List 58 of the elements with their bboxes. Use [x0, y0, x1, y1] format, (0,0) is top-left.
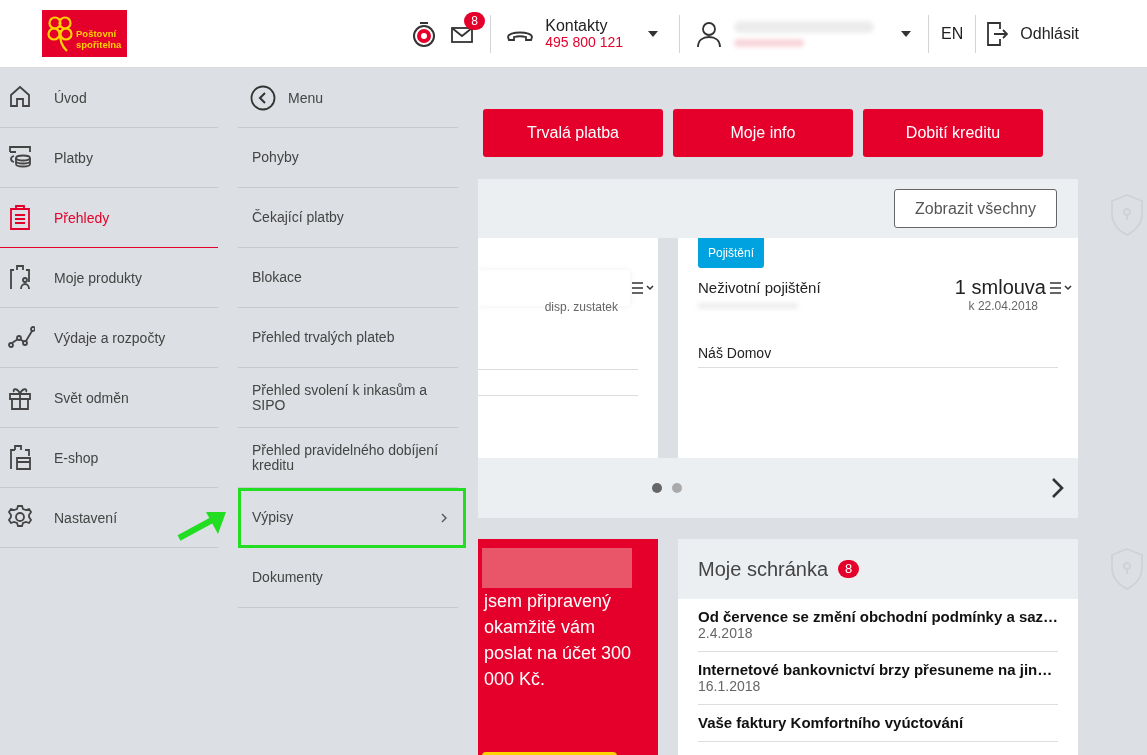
contacts-label: Kontakty: [545, 17, 609, 34]
carousel-dot[interactable]: [652, 483, 662, 493]
nav-item[interactable]: Platby: [0, 128, 218, 188]
message-subject: Od července se změní obchodní podmínky a saz…: [698, 608, 1058, 625]
person-icon: [696, 19, 723, 48]
as-of-date: k 22.04.2018: [968, 299, 1038, 313]
list-menu-icon[interactable]: [1050, 281, 1072, 294]
message-item[interactable]: Internetové bankovnictví brzy přesuneme na jin… 16.1.2018: [698, 652, 1058, 705]
unread-badge: 8: [838, 560, 860, 578]
caret-icon: [900, 29, 913, 38]
submenu-item[interactable]: Dokumenty: [238, 548, 458, 608]
submenu-item[interactable]: Přehled svolení k inkasům a SIPO: [238, 368, 458, 428]
mailbox-title: Moje schránka: [698, 557, 829, 581]
message-subject: Internetové bankovnictví brzy přesuneme na jin…: [698, 661, 1054, 678]
logo-text: spořitelna: [76, 38, 122, 50]
exit-icon: [986, 20, 1009, 47]
timer-icon[interactable]: [412, 19, 437, 48]
message-item[interactable]: Vaše faktury Komfortního vyúctování: [698, 705, 1058, 742]
submenu-item[interactable]: Výpisy: [238, 488, 466, 548]
balance-caption: disp. zustatek: [543, 300, 619, 314]
quick-action-button[interactable]: Moje info: [673, 109, 853, 157]
logout-button[interactable]: Odhlásit: [982, 20, 1079, 47]
message-subject: Vaše faktury Komfortního vyúctování: [698, 714, 965, 731]
contract-count: 1 smlouva: [954, 276, 1046, 299]
logo-text: Poštovní: [76, 27, 118, 39]
promo-text: jsem připravený okamžitě vám poslat na účet 300 000 Kč.: [482, 590, 633, 691]
nav-item[interactable]: Svět odměn: [0, 368, 218, 428]
product-item[interactable]: Náš Domov: [698, 345, 1058, 368]
back-button[interactable]: Menu: [238, 68, 458, 128]
chevron-right-icon[interactable]: [1050, 477, 1064, 499]
phone-number: 495 800 121: [545, 33, 624, 50]
show-all-button[interactable]: Zobrazit všechny: [894, 189, 1057, 228]
message-date: 16.1.2018: [698, 678, 762, 694]
category-tag: Pojištění: [698, 238, 765, 268]
quick-action-button[interactable]: Dobití kreditu: [863, 109, 1043, 157]
submenu-item[interactable]: Přehled pravidelného dobíjení kreditu: [238, 428, 458, 488]
language-link[interactable]: EN: [935, 24, 970, 43]
submenu-item[interactable]: Pohyby: [238, 128, 458, 188]
contacts-menu[interactable]: Kontakty 495 800 121: [497, 17, 674, 50]
nav-item[interactable]: E-shop: [0, 428, 218, 488]
clover-icon: [45, 13, 75, 54]
list-menu-icon[interactable]: [632, 282, 654, 294]
nav-item[interactable]: Výdaje a rozpočty: [0, 308, 218, 368]
caret-icon: [647, 29, 660, 38]
message-date: 2.4.2018: [698, 625, 754, 641]
nav-item[interactable]: Úvod: [0, 68, 218, 128]
back-icon: [250, 84, 276, 111]
nav-item[interactable]: Moje produkty: [0, 248, 218, 308]
submenu-item[interactable]: Přehled trvalých plateb: [238, 308, 458, 368]
carousel-dot[interactable]: [672, 483, 682, 493]
notification-badge: 8: [464, 11, 485, 30]
submenu-item[interactable]: Blokace: [238, 248, 458, 308]
product-title: Neživotní pojištění: [698, 279, 821, 296]
quick-action-button[interactable]: Trvalá platba: [483, 109, 663, 157]
submenu-item[interactable]: Čekající platby: [238, 188, 458, 248]
message-item[interactable]: Od července se změní obchodní podmínky a saz… 2.4.2018: [698, 599, 1058, 652]
nav-item[interactable]: Přehledy: [0, 188, 218, 248]
redacted-amount: [734, 38, 805, 47]
